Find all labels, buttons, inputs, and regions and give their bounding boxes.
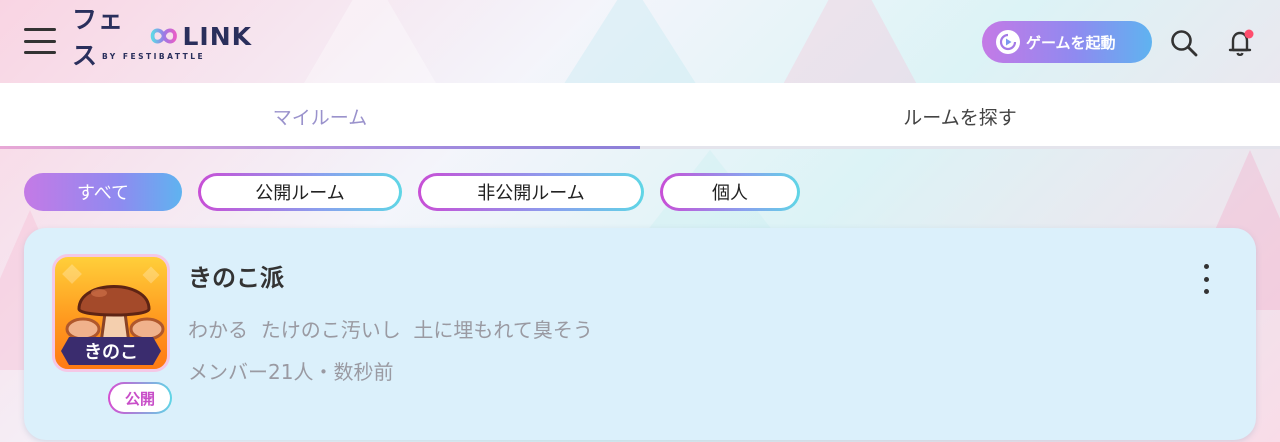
- filter-all-chip[interactable]: すべて: [24, 173, 182, 211]
- visibility-badge: 公開: [108, 382, 172, 414]
- app-header: フェス LINK BY FESTIBATTLE ゲームを起動: [0, 0, 1280, 82]
- filter-personal-chip[interactable]: 個人: [660, 173, 800, 211]
- logo-subtitle: BY FESTIBATTLE: [102, 52, 206, 61]
- logo-wordmark: フェス LINK: [72, 5, 252, 70]
- notification-dot: [1244, 29, 1254, 39]
- room-meta: メンバー21人・数秒前: [188, 360, 394, 384]
- room-avatar: きのこ: [52, 254, 170, 372]
- search-icon[interactable]: [1168, 27, 1200, 59]
- room-last-message: わかる たけのこ汚いし 土に埋もれて臭そう: [188, 318, 593, 342]
- tab-find-room[interactable]: ルームを探す: [640, 83, 1280, 149]
- room-avatar-label: きのこ: [61, 337, 161, 365]
- launch-game-button[interactable]: ゲームを起動: [982, 21, 1152, 63]
- play-circle-icon: [996, 30, 1020, 54]
- hamburger-menu-icon[interactable]: [24, 28, 56, 54]
- filter-public-chip[interactable]: 公開ルーム: [198, 173, 402, 211]
- app-logo[interactable]: フェス LINK BY FESTIBATTLE: [72, 5, 252, 70]
- bell-icon[interactable]: [1224, 26, 1258, 60]
- launch-game-label: ゲームを起動: [1026, 33, 1116, 52]
- tab-my-room[interactable]: マイルーム: [0, 83, 640, 149]
- room-tabs: マイルーム ルームを探す: [0, 83, 1280, 149]
- room-title: きのこ派: [188, 264, 284, 292]
- room-card[interactable]: きのこ 公開 きのこ派 わかる たけのこ汚いし 土に埋もれて臭そう メンバー21…: [24, 228, 1256, 440]
- infinity-logo-icon: [150, 28, 177, 44]
- more-vertical-icon[interactable]: [1194, 264, 1218, 294]
- room-filter-chips: すべて 公開ルーム 非公開ルーム 個人: [24, 173, 800, 211]
- filter-private-chip[interactable]: 非公開ルーム: [418, 173, 644, 211]
